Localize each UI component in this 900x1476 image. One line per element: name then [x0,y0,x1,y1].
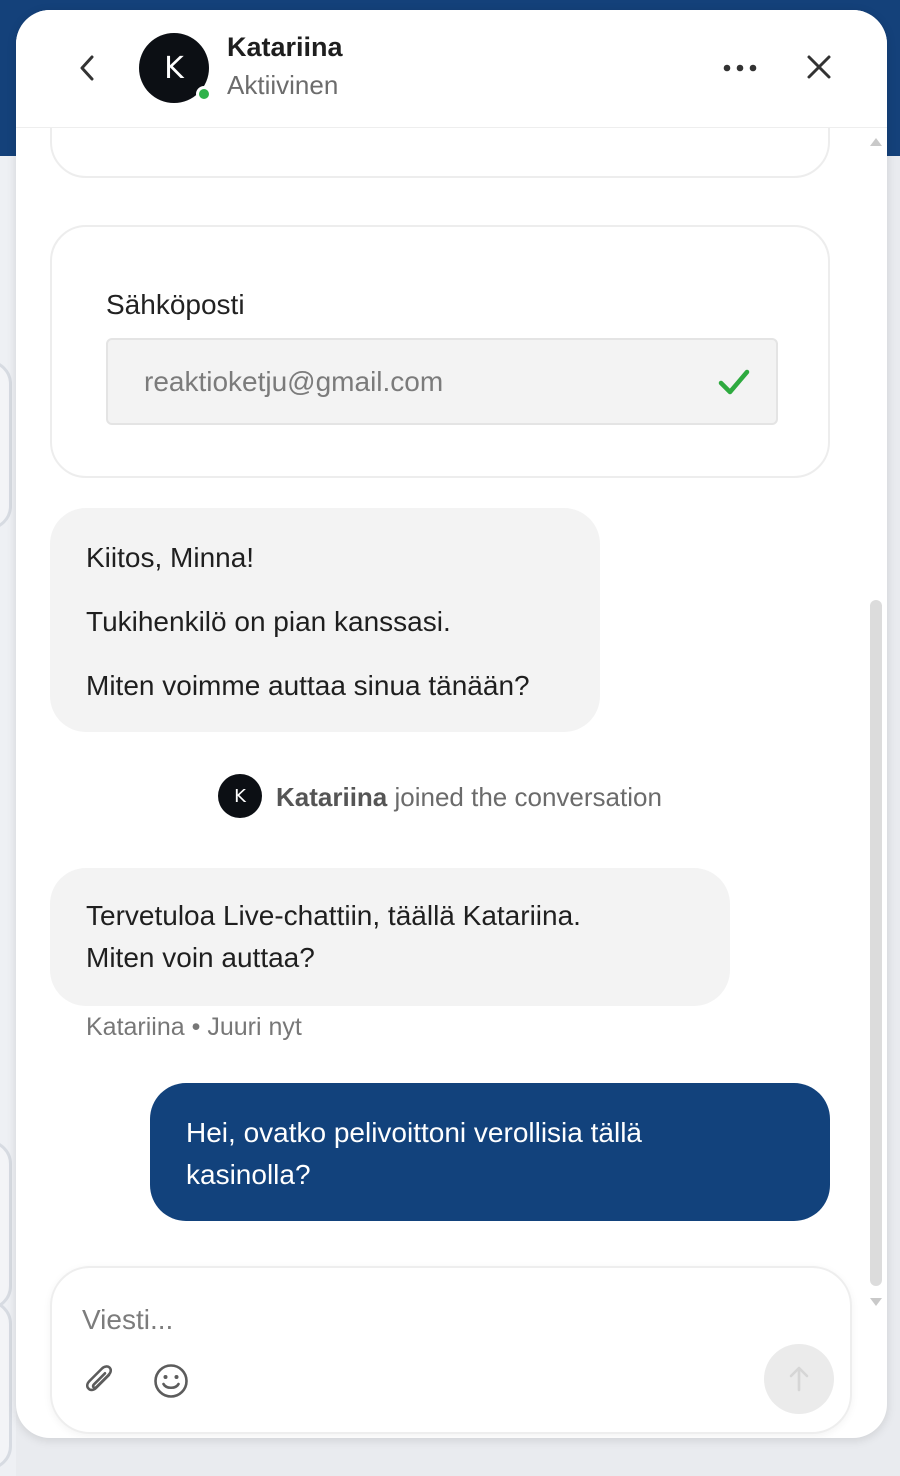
message-line: Hei, ovatko pelivoittoni verollisia täll… [186,1117,642,1148]
agent-joined-notice: K Katariina joined the conversation [218,774,688,818]
online-status-dot [196,86,212,102]
scrollbar-thumb[interactable] [870,600,882,1286]
message-line: Kiitos, Minna! [86,542,255,573]
message-line: Miten voin auttaa? [86,942,315,973]
message-line: Tukihenkilö on pian kanssasi. [86,606,451,637]
message-line: Tervetuloa Live-chattiin, täällä Katarii… [86,900,581,931]
close-icon [807,55,831,79]
more-options-button[interactable] [720,50,760,86]
agent-status: Aktiivinen [227,70,339,100]
message-line: kasinolla? [186,1159,311,1190]
more-horizontal-icon [723,64,757,72]
joined-text: Katariina joined the conversation [276,782,662,813]
message-input[interactable] [82,1298,772,1342]
agent-message-bubble: Tervetuloa Live-chattiin, täällä Katarii… [50,868,730,1006]
email-label: Sähköposti [106,289,245,320]
bot-message-bubble: Kiitos, Minna! Tukihenkilö on pian kanss… [50,508,600,732]
chat-header: K Katariina Aktiivinen [16,10,887,128]
joined-agent-name: Katariina [276,782,388,812]
paperclip-icon[interactable] [82,1362,120,1400]
scroll-down-arrow-icon[interactable] [868,1294,884,1310]
page-background-card [0,1140,12,1310]
joined-message: joined the conversation [394,782,662,812]
joined-agent-initial: K [234,785,246,807]
agent-name: Katariina [227,32,343,62]
back-button[interactable] [72,50,102,86]
joined-agent-avatar: K [218,774,262,818]
user-message-bubble: Hei, ovatko pelivoittoni verollisia täll… [150,1083,830,1221]
page-background-card [0,360,12,530]
page-background-card [0,1300,12,1470]
email-value: reaktioketju@gmail.com [144,366,444,397]
email-field: reaktioketju@gmail.com [106,338,778,425]
chat-widget: K Katariina Aktiivinen Sähköposti reakti… [16,10,887,1438]
chevron-left-icon [80,55,94,81]
check-icon [718,369,750,395]
close-button[interactable] [802,48,836,86]
send-button[interactable] [764,1344,834,1414]
agent-initial: K [164,50,184,86]
arrow-up-icon [789,1366,809,1392]
message-composer [50,1266,852,1434]
email-card: Sähköposti reaktioketju@gmail.com [50,225,830,478]
smiley-icon[interactable] [152,1362,190,1400]
scroll-up-arrow-icon[interactable] [868,134,884,150]
message-meta: Katariina • Juuri nyt [86,1013,302,1041]
message-line: Miten voimme auttaa sinua tänään? [86,670,530,701]
